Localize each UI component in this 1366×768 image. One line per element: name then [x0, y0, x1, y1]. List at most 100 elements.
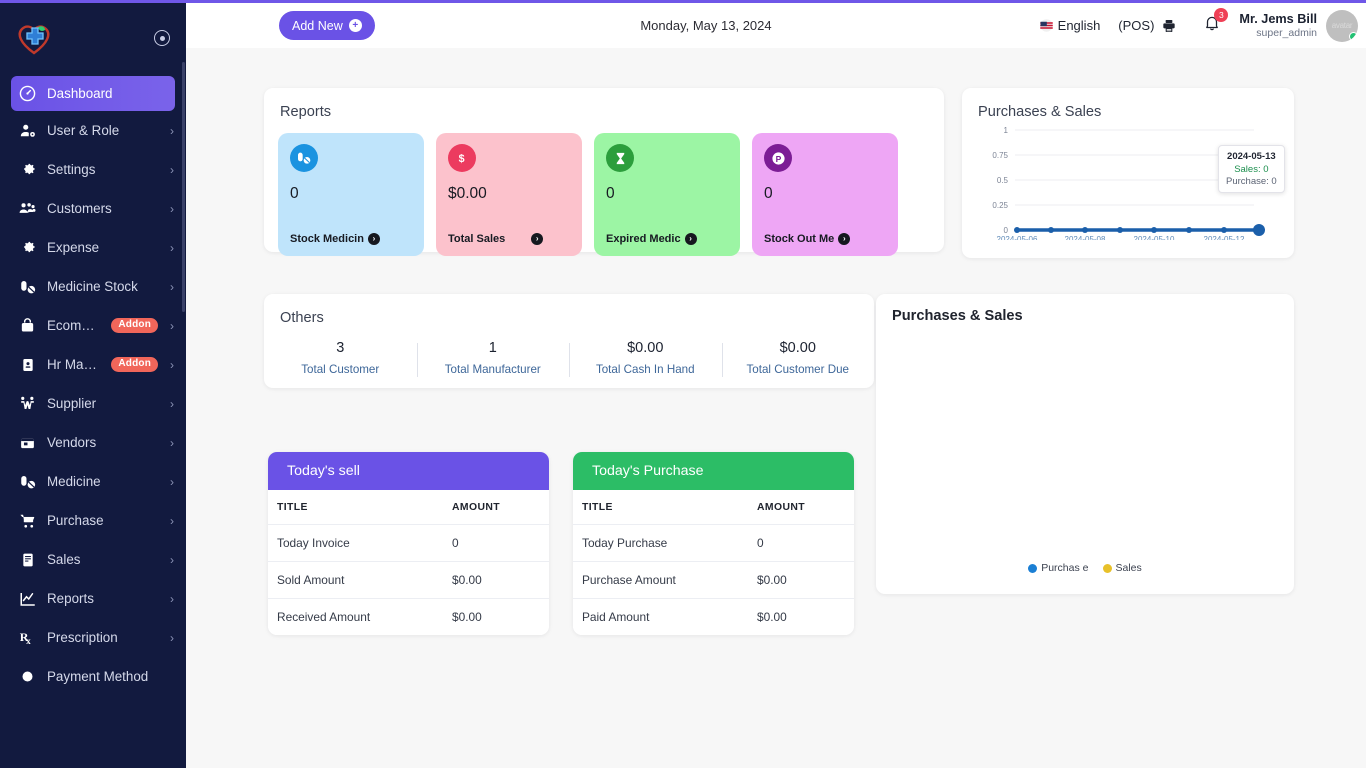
pie-chart-empty-area[interactable] — [876, 324, 1294, 524]
sidebar-item-customers[interactable]: Customers › — [0, 189, 186, 228]
sidebar-item-label: Sales — [47, 552, 81, 567]
arrow-right-circle-icon: › — [367, 233, 380, 245]
todays-sell-header: Today's sell — [268, 452, 549, 490]
add-new-button[interactable]: Add New + — [279, 11, 375, 40]
user-gear-icon — [18, 121, 37, 140]
stat-label: Total Manufacturer — [444, 363, 541, 376]
report-tile-value: 0 — [290, 185, 299, 202]
report-tile-footer[interactable]: Total Sales › — [448, 233, 572, 245]
printer-icon — [1163, 19, 1176, 32]
pos-print-button[interactable]: (POS) — [1118, 18, 1177, 34]
notifications-button[interactable]: 3 — [1203, 8, 1229, 37]
sidebar-item-settings[interactable]: Settings › — [0, 150, 186, 189]
sidebar-header — [0, 0, 186, 76]
sidebar-scrollbar[interactable] — [182, 62, 185, 312]
sidebar: Dashboard User & Role › Settings › Custo… — [0, 0, 186, 768]
collapse-toggle-icon[interactable] — [154, 30, 170, 46]
sidebar-item-reports[interactable]: Reports › — [0, 579, 186, 618]
line-chart-icon — [18, 589, 37, 608]
sidebar-item-supplier[interactable]: Supplier › — [0, 384, 186, 423]
gauge-icon — [18, 84, 37, 103]
sidebar-item-label: Vendors — [47, 435, 97, 450]
sidebar-item-vendors[interactable]: Vendors › — [0, 423, 186, 462]
sidebar-item-label: Medicine Stock — [47, 279, 138, 294]
sidebar-item-medicine[interactable]: Medicine › — [0, 462, 186, 501]
report-tile-expired-medicine[interactable]: 0 Expired Medic › — [594, 133, 740, 256]
users-group-icon — [18, 199, 37, 218]
header-right-group: English (POS) 3 Mr. Jems Bill super_admi… — [1039, 3, 1366, 48]
chevron-right-icon: › — [170, 552, 174, 567]
cell-amount: 0 — [452, 524, 549, 562]
svg-text:2024-05-10: 2024-05-10 — [1134, 235, 1175, 240]
report-tile-stock-out-medicine[interactable]: P 0 Stock Out Me › — [752, 133, 898, 256]
store-icon — [18, 433, 37, 452]
stat-label: Total Customer Due — [746, 363, 849, 376]
chevron-right-icon: › — [170, 318, 174, 333]
avatar[interactable]: avatar — [1326, 9, 1358, 42]
line-chart[interactable]: 1 0.75 0.5 0.25 0 2024-05-06 2024-05-08 … — [962, 120, 1294, 244]
cell-amount: $0.00 — [452, 610, 482, 624]
pos-label: (POS) — [1118, 18, 1155, 33]
avatar-placeholder-text: avatar — [1331, 21, 1353, 30]
sidebar-item-label: User & Role — [47, 123, 120, 138]
chevron-right-icon: › — [170, 396, 174, 411]
sidebar-item-sales[interactable]: Sales › — [0, 540, 186, 579]
line-chart-title: Purchases & Sales — [978, 104, 1102, 120]
sidebar-item-expense[interactable]: Expense › — [0, 228, 186, 267]
gear-icon — [18, 160, 37, 179]
arrow-right-circle-icon: › — [531, 233, 544, 245]
pie-chart-legend: Purchas e Sales — [876, 562, 1294, 574]
legend-item-purchase[interactable]: Purchas e — [1028, 562, 1089, 574]
sidebar-item-ecommerce[interactable]: Ecommerce ... Addon › — [0, 306, 186, 345]
others-title: Others — [280, 310, 324, 326]
report-tile-footer[interactable]: Stock Medicin › — [290, 233, 414, 245]
tooltip-date: 2024-05-13 — [1227, 151, 1276, 162]
pharmacy-heart-cross-logo[interactable] — [14, 18, 54, 58]
tooltip-purchase: Purchase: 0 — [1226, 176, 1277, 187]
table-row: Purchase Amount $0.00 — [573, 561, 854, 599]
svg-text:2024-05-12: 2024-05-12 — [1204, 235, 1245, 240]
sidebar-item-label: Medicine — [47, 474, 101, 489]
sidebar-item-dashboard[interactable]: Dashboard — [11, 76, 175, 111]
column-header-title: TITLE — [573, 490, 757, 525]
language-label: English — [1057, 18, 1101, 33]
table-header-row: TITLE AMOUNT — [268, 490, 549, 525]
user-menu[interactable]: Mr. Jems Bill super_admin — [1239, 12, 1317, 39]
cell-amount: $0.00 — [757, 610, 787, 624]
table-row: Paid Amount $0.00 — [573, 599, 854, 636]
sidebar-item-hr-management[interactable]: Hr Manage... Addon › — [0, 345, 186, 384]
chevron-right-icon: › — [170, 279, 174, 294]
sidebar-item-purchase[interactable]: Purchase › — [0, 501, 186, 540]
cell-title: Purchase Amount — [573, 561, 757, 599]
report-tile-value: $0.00 — [448, 185, 487, 202]
main-content: Reports 0 Stock Medicin › $ $0.00 Total … — [186, 48, 1366, 768]
purchases-sales-line-card: Purchases & Sales 1 0.75 0.5 0.25 0 2024… — [962, 88, 1294, 258]
table-row: Today Invoice 0 — [268, 524, 549, 562]
sidebar-item-user-role[interactable]: User & Role › — [0, 111, 186, 150]
id-badge-icon — [18, 355, 37, 374]
top-header: Add New + Monday, May 13, 2024 English (… — [186, 3, 1366, 48]
sidebar-item-prescription[interactable]: Rx Prescription › — [0, 618, 186, 657]
sidebar-item-medicine-stock[interactable]: Medicine Stock › — [0, 267, 186, 306]
stat-total-cash-in-hand: $0.00 Total Cash In Hand — [569, 340, 722, 377]
report-tile-stock-medicine[interactable]: 0 Stock Medicin › — [278, 133, 424, 256]
report-tile-footer[interactable]: Expired Medic › — [606, 233, 730, 245]
legend-color-swatch — [1102, 563, 1112, 573]
top-accent-bar — [0, 0, 1366, 3]
circle-icon — [18, 667, 37, 686]
others-card: Others 3 Total Customer 1 Total Manufact… — [264, 294, 874, 388]
arrow-right-circle-icon: › — [684, 233, 697, 245]
chevron-right-icon: › — [170, 240, 174, 255]
stat-total-customer: 3 Total Customer — [264, 340, 417, 376]
sidebar-item-label: Reports — [47, 591, 94, 606]
reports-card: Reports 0 Stock Medicin › $ $0.00 Total … — [264, 88, 944, 256]
pills-icon — [290, 144, 318, 172]
report-tile-footer[interactable]: Stock Out Me › — [764, 233, 888, 245]
language-selector[interactable]: English — [1039, 18, 1101, 33]
legend-item-sales[interactable]: Sales — [1102, 562, 1142, 574]
column-header-title: TITLE — [268, 490, 452, 525]
column-header-amount: AMOUNT — [452, 490, 549, 525]
sidebar-item-payment-method[interactable]: Payment Method — [0, 657, 186, 696]
report-tile-total-sales[interactable]: $ $0.00 Total Sales › — [436, 133, 582, 256]
chevron-right-icon: › — [170, 357, 174, 372]
